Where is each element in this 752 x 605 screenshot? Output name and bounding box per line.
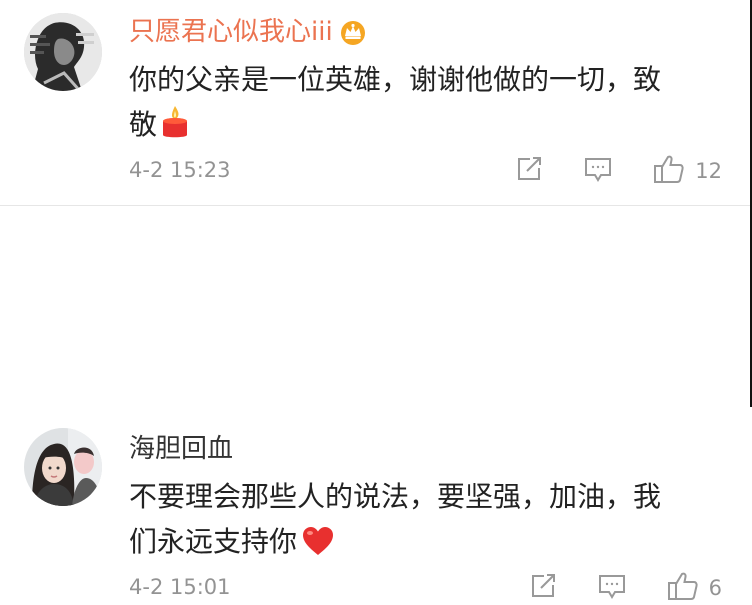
username[interactable]: 只愿君心似我心iii [129,16,367,53]
comment-time: 4-2 15:23 [129,158,231,182]
crown-icon [339,19,367,53]
username-text[interactable]: 只愿君心似我心iii [129,17,333,47]
reply-button[interactable] [597,572,627,604]
reply-icon [583,155,613,187]
comment-text-line: 不要理会那些人的说法，要坚强，加油，我 [129,480,662,513]
thumbs-up-icon [667,571,699,605]
comment-text: 不要理会那些人的说法，要坚强，加油，我 们永远支持你 [129,474,719,570]
comment-item: 只愿君心似我心iii 你的父亲是一位英雄，谢谢他做的一切，致 敬 4-2 15:… [0,0,750,206]
avatar[interactable] [24,13,102,91]
repost-icon [515,155,543,187]
comment-text: 你的父亲是一位英雄，谢谢他做的一切，致 敬 [129,57,719,153]
comment-text-line: 你的父亲是一位英雄，谢谢他做的一切，致 [129,63,662,96]
like-count: 12 [695,159,722,183]
repost-button[interactable] [529,572,557,604]
reply-icon [597,572,627,604]
candle-icon [159,104,191,153]
comment-text-line-2: 们永远支持你 [129,525,298,558]
comment-text-line: 敬 [129,102,719,153]
avatar[interactable] [24,428,102,506]
comment-text-line: 们永远支持你 [129,519,719,570]
comment-actions: 6 [529,571,722,605]
comment-item: 海胆回血 不要理会那些人的说法，要坚强，加油，我 们永远支持你 4-2 15:0… [0,206,750,600]
repost-button[interactable] [515,155,543,187]
comment-text-line-2: 敬 [129,108,158,141]
like-button[interactable]: 6 [667,571,722,605]
like-button[interactable]: 12 [653,154,722,188]
comment-time: 4-2 15:01 [129,575,231,599]
comment-actions: 12 [515,154,722,188]
username[interactable]: 海胆回血 [129,433,233,465]
reply-button[interactable] [583,155,613,187]
repost-icon [529,572,557,604]
like-count: 6 [708,576,722,600]
heart-icon [301,525,335,570]
thumbs-up-icon [653,154,685,188]
